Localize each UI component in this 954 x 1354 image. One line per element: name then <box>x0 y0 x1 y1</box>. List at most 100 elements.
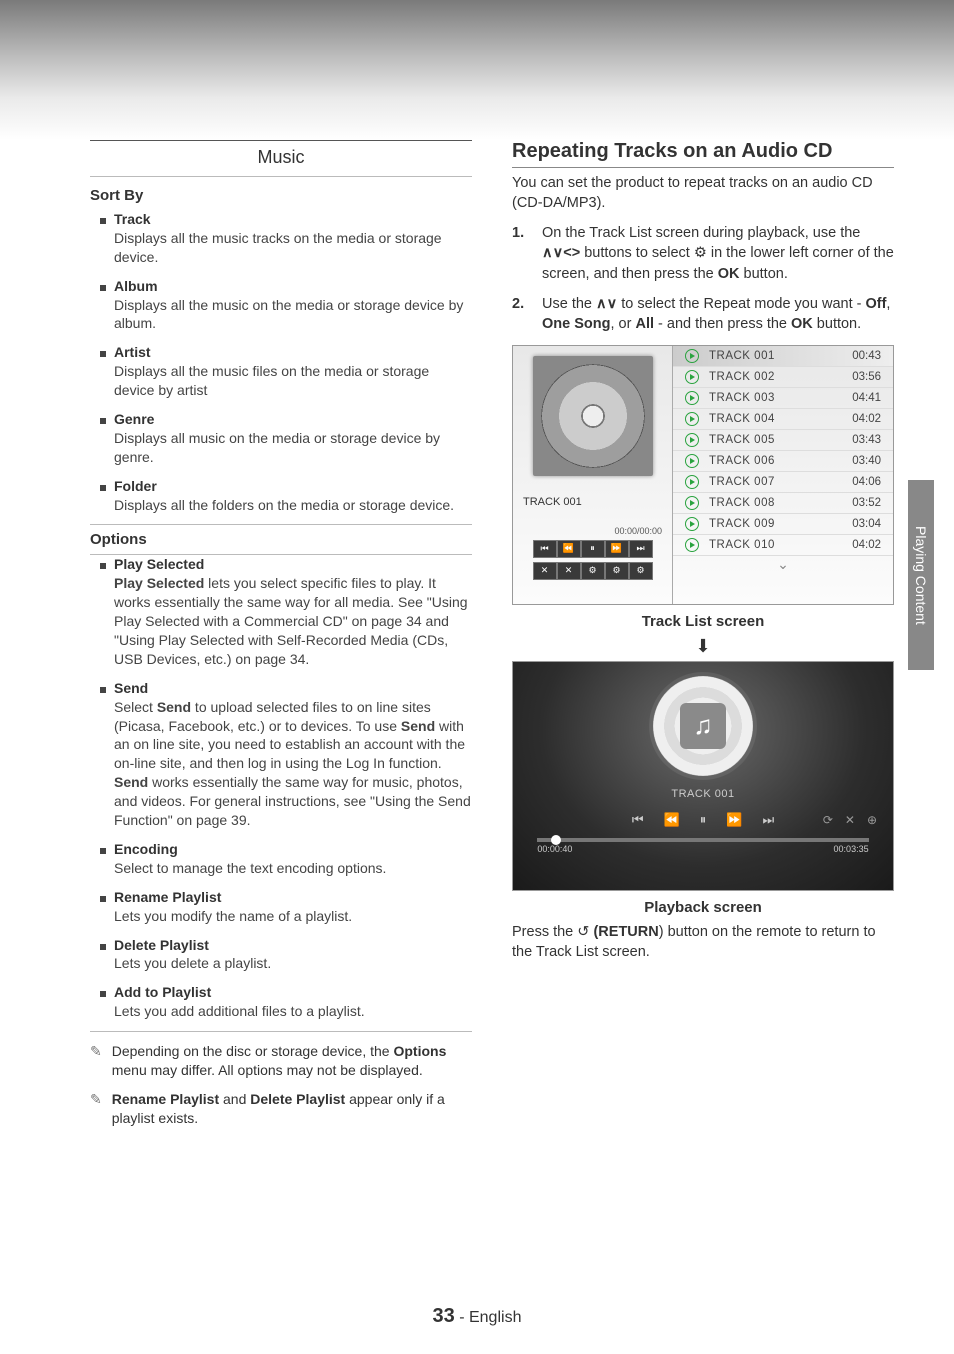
options-list: Play Selected Play Selected lets you sel… <box>90 555 472 1021</box>
playback-times: 00:00:40 00:03:35 <box>537 844 868 854</box>
bullet-icon <box>100 687 106 693</box>
item-title: Add to Playlist <box>114 983 211 1002</box>
option-controls-row: ✕ ✕ ⚙ ⚙ ⚙ <box>533 562 653 580</box>
track-list-caption: Track List screen <box>512 613 894 630</box>
play-icon <box>685 412 699 426</box>
play-icon <box>685 370 699 384</box>
item-desc: Displays all the music tracks on the med… <box>100 229 472 267</box>
repeat-button[interactable]: ✕ <box>557 562 581 580</box>
down-arrow-icon: ⬇ <box>512 636 894 657</box>
rewind-button[interactable]: ⏪ <box>664 812 680 828</box>
track-name: TRACK 002 <box>709 371 821 383</box>
item-title: Send <box>114 679 148 698</box>
track-duration: 04:06 <box>831 476 881 488</box>
track-name: TRACK 001 <box>709 350 821 362</box>
item-title: Track <box>114 210 151 229</box>
track-name: TRACK 009 <box>709 518 821 530</box>
bold-text: Off <box>865 296 886 312</box>
progress-bar[interactable] <box>537 838 868 842</box>
list-item: Folder Displays all the folders on the m… <box>100 477 472 515</box>
table-row[interactable]: TRACK 00704:06 <box>673 472 893 493</box>
track-duration: 03:40 <box>831 455 881 467</box>
rewind-button[interactable]: ⏪ <box>557 540 581 558</box>
bullet-icon <box>100 991 106 997</box>
bullet-icon <box>100 285 106 291</box>
note-row: ✎ Rename Playlist and Delete Playlist ap… <box>90 1090 472 1128</box>
item-desc: Displays all the folders on the media or… <box>100 496 472 515</box>
forward-button[interactable]: ⏩ <box>605 540 629 558</box>
item-title: Rename Playlist <box>114 888 221 907</box>
prev-track-button[interactable]: ⏮ <box>533 540 557 558</box>
list-item: Encoding Select to manage the text encod… <box>100 840 472 878</box>
track-duration: 04:02 <box>831 539 881 551</box>
table-row[interactable]: TRACK 00603:40 <box>673 451 893 472</box>
body-text: , or <box>610 316 635 332</box>
playback-screen: ♫ TRACK 001 ⏮ ⏪ ⏸ ⏩ ⏭ ⟳ ✕ ⊕ 00:00:40 00:… <box>512 661 894 891</box>
now-playing-label: TRACK 001 <box>521 496 582 508</box>
pause-button[interactable]: ⏸ <box>581 540 605 558</box>
body-text: button. <box>813 316 861 332</box>
body-text: Use the <box>542 296 596 312</box>
track-name: TRACK 010 <box>709 539 821 551</box>
list-item: Rename Playlist Lets you modify the name… <box>100 888 472 926</box>
table-row[interactable]: TRACK 00203:56 <box>673 367 893 388</box>
item-title: Folder <box>114 477 157 496</box>
add-icon[interactable]: ⊕ <box>867 813 877 827</box>
table-row[interactable]: TRACK 00404:02 <box>673 409 893 430</box>
item-desc: Select Send to upload selected files to … <box>100 698 472 830</box>
step-item: 2. Use the ∧∨ to select the Repeat mode … <box>512 294 894 335</box>
item-title: Album <box>114 277 158 296</box>
shuffle-button[interactable]: ✕ <box>533 562 557 580</box>
forward-button[interactable]: ⏩ <box>726 812 742 828</box>
sort-by-list: Track Displays all the music tracks on t… <box>90 210 472 514</box>
ok-label: OK <box>791 316 813 332</box>
note-text: Depending on the disc or storage device,… <box>112 1042 472 1080</box>
bold-text: All <box>635 316 654 332</box>
prev-track-button[interactable]: ⏮ <box>632 812 644 828</box>
intro-text: You can set the product to repeat tracks… <box>512 174 894 213</box>
body-text: On the Track List screen during playback… <box>542 225 860 241</box>
body-text: , <box>886 296 890 312</box>
shuffle-icon[interactable]: ✕ <box>845 813 855 827</box>
settings-button[interactable]: ⚙ <box>605 562 629 580</box>
ok-label: OK <box>718 266 740 282</box>
repeat-icon[interactable]: ⟳ <box>823 813 833 827</box>
body-text: to select the Repeat mode you want - <box>617 296 865 312</box>
track-duration: 04:41 <box>831 392 881 404</box>
track-duration: 03:52 <box>831 497 881 509</box>
return-instruction: Press the ↺ (RETURN) button on the remot… <box>512 922 894 963</box>
list-item: Genre Displays all music on the media or… <box>100 410 472 467</box>
bullet-icon <box>100 944 106 950</box>
item-title: Genre <box>114 410 154 429</box>
note-text: Rename Playlist and Delete Playlist appe… <box>112 1090 472 1128</box>
steps-list: 1. On the Track List screen during playb… <box>512 223 894 334</box>
chevron-down-icon[interactable]: ⌄ <box>673 556 893 573</box>
list-item: Album Displays all the music on the medi… <box>100 277 472 334</box>
table-row[interactable]: TRACK 00503:43 <box>673 430 893 451</box>
track-name: TRACK 008 <box>709 497 821 509</box>
table-row[interactable]: TRACK 00100:43 <box>673 346 893 367</box>
list-item: Artist Displays all the music files on t… <box>100 343 472 400</box>
list-item: Track Displays all the music tracks on t… <box>100 210 472 267</box>
table-row[interactable]: TRACK 00903:04 <box>673 514 893 535</box>
footer-lang: - English <box>455 1309 522 1326</box>
page-number: 33 <box>433 1305 455 1327</box>
bullet-icon <box>100 896 106 902</box>
bold-text: Play Selected <box>114 575 204 591</box>
settings-button[interactable]: ⚙ <box>629 562 653 580</box>
next-track-button[interactable]: ⏭ <box>629 540 653 558</box>
play-icon <box>685 433 699 447</box>
table-row[interactable]: TRACK 010 04:02 <box>673 535 893 556</box>
note-row: ✎ Depending on the disc or storage devic… <box>90 1042 472 1080</box>
equalizer-button[interactable]: ⚙ <box>581 562 605 580</box>
table-row[interactable]: TRACK 00304:41 <box>673 388 893 409</box>
cd-art-icon <box>533 356 653 476</box>
next-track-button[interactable]: ⏭ <box>762 812 774 828</box>
item-title: Play Selected <box>114 555 204 574</box>
options-label: Options <box>90 524 472 555</box>
pause-button[interactable]: ⏸ <box>700 812 707 828</box>
table-row[interactable]: TRACK 008 03:52 <box>673 493 893 514</box>
track-duration: 04:02 <box>831 413 881 425</box>
page-footer: 33 - English <box>0 1305 954 1328</box>
item-desc: Displays all the music on the media or s… <box>100 296 472 334</box>
